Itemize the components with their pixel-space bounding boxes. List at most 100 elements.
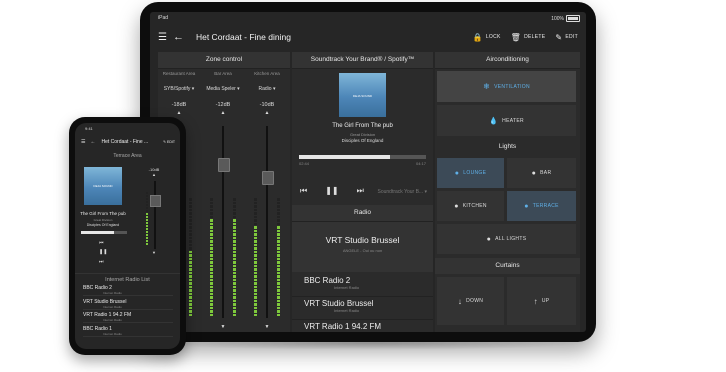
phone-edit-button[interactable]: ✎ EDIT [163,140,175,144]
down-label: DOWN [466,298,484,304]
station-type: Internet Radio [103,291,122,295]
delete-button[interactable]: 🗑 DELETE [511,33,546,42]
meter-segment [189,261,192,264]
volume-down-icon[interactable]: ▼ [246,324,288,330]
meter-segment [189,222,192,225]
meter-segment [233,208,236,211]
curtains-up-button[interactable]: ↑ UP [507,277,576,325]
meter-segment [210,254,213,257]
meter-segment [146,195,148,197]
zone-source-select[interactable]: Media Speler ▾ [202,86,244,92]
phone-fader-knob[interactable] [150,195,161,207]
meter-segment [146,219,148,221]
fader-knob[interactable] [218,158,230,172]
meter-segment [254,299,257,302]
menu-icon[interactable]: ☰ [158,32,167,43]
meter-segment [233,229,236,232]
meter-segment [210,275,213,278]
meter-segment [277,313,280,316]
meter-segment [146,225,148,227]
fader-track [222,126,224,318]
volume-down-icon[interactable]: ▼ [133,250,175,255]
menu-icon[interactable]: ☰ [81,139,85,145]
level-meter-right [189,132,192,316]
meter-segment [277,236,280,239]
zone-source-select[interactable]: Radio ▾ [246,86,288,92]
meter-segment [189,303,192,306]
meter-segment [146,204,148,206]
zone-fader[interactable] [206,126,240,318]
phone-radio-item[interactable]: BBC Radio 1 Internet Radio [83,326,173,337]
meter-segment [189,236,192,239]
zone-source-select[interactable]: SYB/Spotify ▾ [158,86,200,92]
skip-back-icon[interactable]: ⏮ [99,240,104,246]
meter-segment [189,201,192,204]
lock-button[interactable]: 🔒 LOCK [473,33,501,42]
phone-volume-fader[interactable]: -10dB ▲ ▼ [133,167,175,255]
phone-radio-item[interactable]: BBC Radio 2 Internet Radio [83,285,173,296]
phone-progress-bar[interactable] [81,231,127,234]
edit-button[interactable]: ✎ EDIT [555,33,578,42]
meter-segment [189,264,192,267]
meter-segment [277,264,280,267]
meter-segment [146,228,148,230]
skip-forward-icon[interactable]: ⏭ [357,186,364,196]
ventilation-button[interactable]: ❄ VENTILATION [437,71,576,102]
volume-up-icon[interactable]: ▲ [246,110,288,116]
volume-up-icon[interactable]: ▲ [133,172,175,177]
meter-segment [210,278,213,281]
all-lights-button[interactable]: ● ALL LIGHTS [437,224,576,254]
skip-forward-icon[interactable]: ⏭ [99,259,104,265]
curtains-down-button[interactable]: ↓ DOWN [437,277,504,325]
meter-segment [254,198,257,201]
meter-segment [233,198,236,201]
meter-segment [233,261,236,264]
kitchen-light-button[interactable]: ● KITCHEN [437,191,504,221]
zone-source-value: SYB/Spotify [163,86,191,92]
meter-segment [233,205,236,208]
meter-segment [254,261,257,264]
battery-icon [566,15,580,22]
meter-segment [189,275,192,278]
phone-list-header: Internet Radio List [75,273,180,283]
radio-list-item[interactable]: VRT Studio Brussel Internet Radio [292,297,433,320]
level-meter-left [254,132,257,316]
meter-segment [189,268,192,271]
track-progress-bar[interactable] [299,155,426,159]
meter-segment [146,207,148,209]
volume-down-icon[interactable]: ▼ [202,324,244,330]
terrace-label: TERRACE [532,203,559,209]
terrace-light-button[interactable]: ● TERRACE [507,191,576,221]
fader-knob[interactable] [262,171,274,185]
meter-segment [233,306,236,309]
source-select[interactable]: Soundtrack Your B... ▾ [378,189,428,195]
meter-segment [189,247,192,250]
meter-segment [233,303,236,306]
skip-back-icon[interactable]: ⏮ [300,186,307,196]
zone-channel-db: -12dB [215,102,231,108]
pause-icon[interactable]: ❚❚ [99,249,107,255]
volume-up-icon[interactable]: ▲ [202,110,244,116]
meter-segment [254,275,257,278]
pause-icon[interactable]: ❚❚ [325,186,338,196]
ipad-device: iPad 100% ☰ ← Het Cordaat - Fine dining … [140,2,596,342]
meter-segment [277,208,280,211]
phone-radio-item[interactable]: VRT Studio Brussel Internet Radio [83,299,173,310]
zone-fader[interactable] [250,126,284,318]
bar-light-button[interactable]: ● BAR [507,158,576,188]
meter-segment [210,257,213,260]
phone-radio-item[interactable]: VRT Radio 1 94.2 FM Internet Radio [83,312,173,323]
lounge-light-button[interactable]: ● LOUNGE [437,158,504,188]
meter-segment [189,299,192,302]
meter-segment [210,268,213,271]
current-station-name: VRT Studio Brussel [325,235,400,245]
zone-channel-name: Bar Area [214,71,232,76]
chevron-down-icon: ▾ [272,86,276,92]
heater-button[interactable]: 💧 HEATER [437,105,576,136]
radio-list-item[interactable]: VRT Radio 1 94.2 FMInternet Radio [292,320,433,332]
back-arrow-icon[interactable]: ← [90,139,95,145]
radio-list-item[interactable]: BBC Radio 2 Internet Radio [292,274,433,297]
back-arrow-icon[interactable]: ← [173,31,184,43]
current-radio-station[interactable]: VRT Studio Brussel ANGELE - Oui ou non [292,222,433,272]
volume-up-icon[interactable]: ▲ [158,110,200,116]
